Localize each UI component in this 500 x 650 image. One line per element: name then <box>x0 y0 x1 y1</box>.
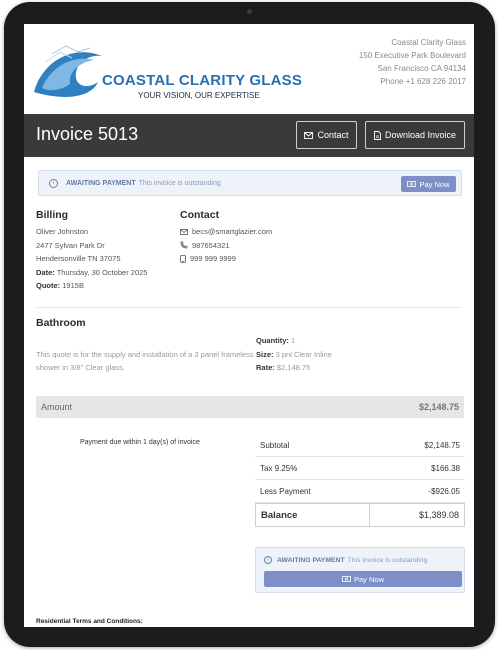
payment-due-note: Payment due within 1 day(s) of invoice <box>80 439 200 446</box>
room-heading: Bathroom <box>36 317 86 329</box>
money-icon <box>342 576 351 582</box>
item-specs: Quantity: 1 Size: 3 pnl Clear Inline Rat… <box>256 334 332 375</box>
pay-now-bottom-label: Pay Now <box>353 574 384 584</box>
quantity-row: Quantity: 1 <box>256 334 332 348</box>
contact-heading: Contact <box>180 209 220 221</box>
tax-value: $166.38 <box>431 463 460 473</box>
size-value: 3 pnl Clear Inline <box>275 349 332 359</box>
contact-mobile-row: 999 999 9999 <box>180 252 272 266</box>
tablet-frame: COASTAL CLARITY GLASS YOUR VISION, OUR E… <box>4 2 495 647</box>
company-address-line1: 150 Executive Park Boulevard <box>358 51 466 60</box>
date-value: Thursday, 30 October 2025 <box>56 267 148 277</box>
envelope-icon <box>304 131 314 139</box>
rate-value: $2,148.75 <box>276 363 311 372</box>
item-description: This quote is for the supply and install… <box>36 350 254 372</box>
invoice-screen: COASTAL CLARITY GLASS YOUR VISION, OUR E… <box>24 24 474 627</box>
balance-value: $1,389.08 <box>369 504 464 526</box>
brand-header: COASTAL CLARITY GLASS YOUR VISION, OUR E… <box>24 24 474 114</box>
rate-row: Rate: $2,148.75 <box>256 361 332 375</box>
section-divider <box>36 307 462 308</box>
rate-label: Rate: <box>256 363 275 372</box>
envelope-icon <box>180 228 188 235</box>
contact-mobile[interactable]: 999 999 9999 <box>190 252 236 266</box>
money-icon <box>407 181 417 187</box>
alert-message: This invoice is outstanding <box>138 179 221 187</box>
billing-quote: Quote: 1915B <box>36 279 147 293</box>
quote-label: Quote: <box>36 281 61 290</box>
contact-email-row: becs@smartglazier.com <box>180 225 272 239</box>
billing-heading: Billing <box>36 209 69 221</box>
invoice-title: Invoice 5013 <box>36 124 139 144</box>
amount-bar: Amount $2,148.75 <box>36 396 464 418</box>
terms-heading: Residential Terms and Conditions: <box>36 618 143 625</box>
tax-label: Tax 9.25% <box>260 463 298 473</box>
contact-button[interactable]: Contact <box>296 121 357 149</box>
totals-table: Subtotal $2,148.75 Tax 9.25% $166.38 Les… <box>255 434 465 527</box>
phone-icon <box>180 241 188 249</box>
quote-value: 1915B <box>62 281 84 290</box>
mobile-icon <box>180 254 186 263</box>
subtotal-value: $2,148.75 <box>424 440 460 450</box>
payment-status-alert: i AWAITING PAYMENT This invoice is outst… <box>38 170 462 196</box>
size-label: Size: <box>256 349 274 359</box>
alert-bottom-message: This invoice is outstanding <box>347 556 428 564</box>
logo-title: COASTAL CLARITY GLASS <box>102 72 303 89</box>
amount-value: $2,148.75 <box>418 402 459 412</box>
contact-phone-row: 987654321 <box>180 239 272 253</box>
pay-now-button[interactable]: Pay Now <box>401 176 456 192</box>
less-payment-label: Less Payment <box>260 486 311 496</box>
company-logo: COASTAL CLARITY GLASS YOUR VISION, OUR E… <box>32 42 302 108</box>
alert-bottom-text-row: i AWAITING PAYMENT This invoice is outst… <box>264 556 427 564</box>
info-icon: i <box>49 178 58 188</box>
logo-tagline: YOUR VISION, OUR EXPERTISE <box>138 91 260 100</box>
billing-details: Oliver Johnston 2477 Sylvan Park Dr Hend… <box>36 225 147 293</box>
amount-label: Amount <box>41 402 73 412</box>
subtotal-label: Subtotal <box>260 440 290 450</box>
billing-street: 2477 Sylvan Park Dr <box>36 240 105 250</box>
document-icon <box>374 130 381 140</box>
date-label: Date: <box>36 267 55 277</box>
contact-button-label: Contact <box>317 130 349 140</box>
payment-status-alert-bottom: i AWAITING PAYMENT This invoice is outst… <box>255 547 465 593</box>
contact-email[interactable]: becs@smartglazier.com <box>192 225 272 239</box>
pay-now-label: Pay Now <box>419 179 450 189</box>
quantity-label: Quantity: <box>256 336 289 345</box>
size-row: Size: 3 pnl Clear Inline <box>256 348 332 362</box>
download-invoice-button[interactable]: Download Invoice <box>365 121 465 149</box>
less-payment-value: -$926.05 <box>428 486 460 496</box>
company-info: Coastal Clarity Glass 150 Executive Park… <box>359 36 466 88</box>
wave-icon <box>34 45 102 97</box>
subtotal-row: Subtotal $2,148.75 <box>255 434 465 457</box>
info-icon: i <box>264 556 272 564</box>
quantity-value: 1 <box>291 336 296 345</box>
download-button-label: Download Invoice <box>384 130 457 140</box>
company-address-line2: San Francisco CA 94134 <box>377 64 467 73</box>
alert-bottom-status: AWAITING PAYMENT <box>277 556 345 564</box>
balance-label: Balance <box>261 509 298 521</box>
contact-details: becs@smartglazier.com 987654321 999 999 … <box>180 225 272 266</box>
alert-status: AWAITING PAYMENT <box>66 179 136 187</box>
billing-name: Oliver Johnston <box>36 227 89 236</box>
billing-city: Hendersonville TN 37075 <box>36 254 121 263</box>
contact-phone[interactable]: 987654321 <box>192 239 230 253</box>
company-phone: Phone +1 628 226 2017 <box>380 77 466 86</box>
tax-row: Tax 9.25% $166.38 <box>255 457 465 480</box>
invoice-header-bar: Invoice 5013 Contact Download Invoice <box>24 114 474 157</box>
pay-now-button-bottom[interactable]: Pay Now <box>264 571 462 587</box>
company-name: Coastal Clarity Glass <box>391 38 466 47</box>
billing-date: Date: Thursday, 30 October 2025 <box>36 266 147 280</box>
balance-row: Balance $1,389.08 <box>255 503 465 527</box>
less-payment-row: Less Payment -$926.05 <box>255 480 465 503</box>
camera-dot <box>247 9 252 14</box>
